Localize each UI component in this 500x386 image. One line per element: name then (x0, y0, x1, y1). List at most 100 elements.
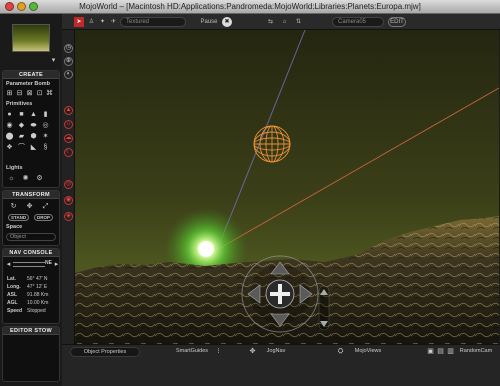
prism-primitive-icon[interactable]: ⬢ (29, 132, 38, 141)
light-sphere-wireframe[interactable] (253, 125, 291, 163)
camera-edit-button[interactable]: EDIT (388, 17, 406, 27)
camera-icon[interactable]: ⌂ (280, 17, 289, 27)
wedge-primitive-icon[interactable]: ◣ (29, 143, 38, 152)
nav-asl-label: ASL (7, 292, 17, 298)
star-primitive-icon[interactable]: ✶ (41, 132, 50, 141)
mojo-views-icon[interactable]: ⛭ (336, 347, 345, 356)
lights-label: Lights (6, 165, 23, 171)
clock-icon[interactable]: ◷ (64, 44, 73, 53)
run-icon[interactable]: ✦ (98, 17, 107, 27)
bottom-bar: Object Properties SmartGuides ⁝ ✥ JogNav… (62, 344, 500, 386)
planet-icon[interactable]: ◐ (64, 70, 73, 79)
swap-icon[interactable]: ⇅ (294, 17, 303, 27)
nav-long: Long. 47° 12' E (7, 284, 47, 290)
3d-viewport[interactable] (75, 30, 499, 344)
reset-icon[interactable]: ⇆ (266, 17, 275, 27)
cone-primitive-icon[interactable]: ▲ (29, 110, 38, 119)
smart-guides-button[interactable]: SmartGuides (170, 347, 214, 357)
nav-agl-label: AGL (7, 300, 18, 306)
torus-primitive-icon[interactable]: ◉ (5, 121, 14, 130)
bomb-tool-icon-1[interactable]: ⊞ (5, 89, 14, 98)
move-arrows-icon[interactable]: ✥ (248, 347, 257, 356)
view-layout-icon-3[interactable]: ▥ (446, 347, 455, 356)
scene-svg (75, 30, 499, 344)
blob-primitive-icon[interactable]: ❖ (5, 143, 14, 152)
nav-speed-label: Speed (7, 308, 23, 314)
nav-asl: ASL 91.88 Km (7, 292, 48, 298)
scale-tool-icon[interactable]: ⤢ (41, 202, 50, 211)
globe-icon[interactable]: ⊕ (64, 57, 73, 66)
nav-asl-value: 91.88 Km (27, 292, 49, 298)
walk-icon[interactable]: ♙ (87, 17, 96, 27)
world-preview-thumbnail[interactable] (12, 24, 50, 52)
bomb-tool-icon-4[interactable]: ⊡ (35, 89, 44, 98)
nav-long-value: 47° 12' E (27, 284, 48, 290)
nav-lat-label: Lat. (7, 276, 16, 282)
sphere-primitive-icon[interactable]: ● (5, 110, 14, 119)
cylinder-primitive-icon[interactable]: ▮ (41, 110, 50, 119)
camera-select[interactable]: Camera05 (332, 17, 384, 27)
object-properties-button[interactable]: Object Properties (70, 347, 140, 357)
sun-disc[interactable] (198, 241, 214, 257)
heading-right-icon[interactable]: ▸ (52, 260, 61, 269)
view-layout-icon-2[interactable]: ▤ (436, 347, 445, 356)
jog-nav-gizmo[interactable] (241, 255, 319, 333)
bomb-tool-icon-2[interactable]: ⊟ (15, 89, 24, 98)
sun-settings-icon[interactable]: ☼ (64, 120, 73, 129)
ring-primitive-icon[interactable]: ◎ (41, 121, 50, 130)
rotate-tool-icon[interactable]: ↻ (9, 202, 18, 211)
top-toolbar: ➤ ♙ ✦ ✈ Textured Pause ✖ ⇆ ⌂ ⇅ Camera05 … (62, 14, 500, 30)
window-title: MojoWorld – [Macintosh HD:Applications:P… (79, 2, 421, 11)
sun-light-icon[interactable]: ☼ (7, 174, 16, 183)
arch-primitive-icon[interactable]: ⌒ (17, 143, 26, 152)
nav-console-header: NAV CONSOLE (3, 249, 59, 257)
drop-button[interactable]: DROP (34, 214, 54, 221)
heading-tape (13, 262, 45, 267)
mojo-views-button[interactable]: MojoViews (346, 347, 390, 357)
select-arrow-icon[interactable]: ➤ (74, 17, 84, 27)
heading-left-icon[interactable]: ◂ (4, 260, 13, 269)
spot-light-icon[interactable]: ⚙ (35, 174, 44, 183)
ring-settings-icon[interactable]: ◎ (64, 180, 73, 189)
create-header: CREATE (3, 71, 59, 79)
cube-primitive-icon[interactable]: ■ (17, 110, 26, 119)
move-tool-icon[interactable]: ✥ (25, 202, 34, 211)
view-layout-icon-1[interactable]: ▣ (426, 347, 435, 356)
texture-settings-icon[interactable]: ◈ (64, 212, 73, 221)
create-section: CREATE Parameter Bomb ⊞ ⊟ ⊠ ⊡ ⌘ Primitiv… (2, 70, 60, 188)
pause-icon[interactable]: ✖ (222, 17, 232, 27)
plane-primitive-icon[interactable]: ▰ (17, 132, 26, 141)
primitives-label: Primitives (6, 101, 33, 107)
spring-primitive-icon[interactable]: § (41, 143, 50, 152)
terrain-icon[interactable]: ▲ (64, 106, 73, 115)
preview-menu-icon[interactable]: ▾ (49, 56, 58, 65)
editor-stow-section: EDITOR STOW (2, 326, 60, 382)
space-label: Space (6, 224, 23, 230)
vertical-tool-strip: ◷ ⊕ ◐ ▲ ☼ ☁ ☾ ◎ ◉ ◈ (62, 30, 75, 344)
disc-primitive-icon[interactable]: ⬤ (5, 132, 14, 141)
moon-icon[interactable]: ☾ (64, 148, 73, 157)
nav-lat-value: 56° 47' N (27, 276, 48, 282)
stand-button[interactable]: STAND (8, 214, 30, 221)
altitude-slider[interactable] (318, 285, 330, 331)
nav-agl-value: 10.00 Km (27, 300, 49, 306)
smart-guides-icon[interactable]: ⁝ (214, 347, 223, 356)
nav-console-section: NAV CONSOLE ◂ NE ▸ Lat. 56° 47' N Long. 47… (2, 248, 60, 324)
bomb-tool-icon-5[interactable]: ⌘ (45, 89, 54, 98)
capsule-primitive-icon[interactable]: ⬬ (29, 121, 38, 130)
pyramid-primitive-icon[interactable]: ◆ (17, 121, 26, 130)
jog-nav-button[interactable]: JogNav (258, 347, 294, 357)
transform-section: TRANSFORM ↻ ✥ ⤢ STAND DROP Space Object (2, 190, 60, 246)
object-settings-icon[interactable]: ◉ (64, 196, 73, 205)
space-select[interactable]: Object (6, 233, 56, 241)
bomb-tool-icon-3[interactable]: ⊠ (25, 89, 34, 98)
nav-speed: Speed Stopped (7, 308, 46, 314)
parameter-bomb-label: Parameter Bomb (6, 81, 51, 87)
cloud-icon[interactable]: ☁ (64, 134, 73, 143)
fly-icon[interactable]: ✈ (109, 17, 118, 27)
nav-lat: Lat. 56° 47' N (7, 276, 47, 282)
point-light-icon[interactable]: ✺ (21, 174, 30, 183)
pause-label: Pause (200, 19, 218, 25)
render-mode-select[interactable]: Textured (120, 17, 186, 27)
random-cam-button[interactable]: RandomCam (456, 347, 496, 357)
